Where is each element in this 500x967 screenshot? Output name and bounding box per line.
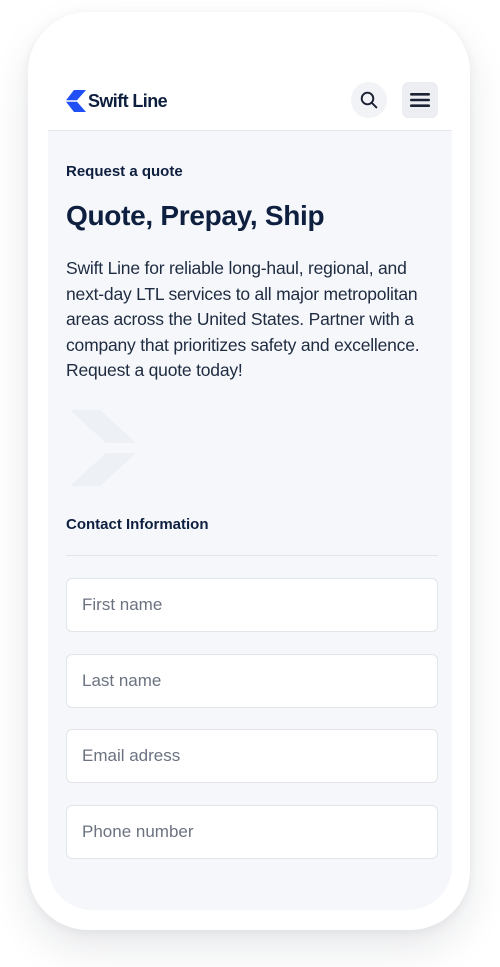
- eyebrow-label: Request a quote: [66, 163, 183, 180]
- site-header: Swift Line: [48, 70, 452, 131]
- page-description: Swift Line for reliable long-haul, regio…: [66, 258, 420, 380]
- first-name-input[interactable]: [66, 578, 438, 632]
- email-input[interactable]: [66, 729, 438, 783]
- phone-input[interactable]: [66, 805, 438, 859]
- hamburger-menu-icon: [410, 93, 430, 107]
- search-button[interactable]: [351, 82, 387, 118]
- search-icon: [360, 91, 378, 109]
- section-divider: [66, 555, 438, 556]
- phone-screen: Swift Line Request a quote Quote, Prepay…: [48, 70, 452, 910]
- brand-logo[interactable]: Swift Line: [66, 90, 168, 112]
- last-name-input[interactable]: [66, 654, 438, 708]
- contact-section-label: Contact Information: [66, 516, 209, 533]
- brand-name: Swift Line: [88, 90, 168, 111]
- device-stage: Swift Line Request a quote Quote, Prepay…: [0, 0, 500, 967]
- menu-button[interactable]: [402, 82, 438, 118]
- chevron-watermark-icon: [70, 410, 136, 486]
- swift-line-logo-icon: [66, 90, 86, 112]
- page-title: Quote, Prepay, Ship: [66, 200, 325, 231]
